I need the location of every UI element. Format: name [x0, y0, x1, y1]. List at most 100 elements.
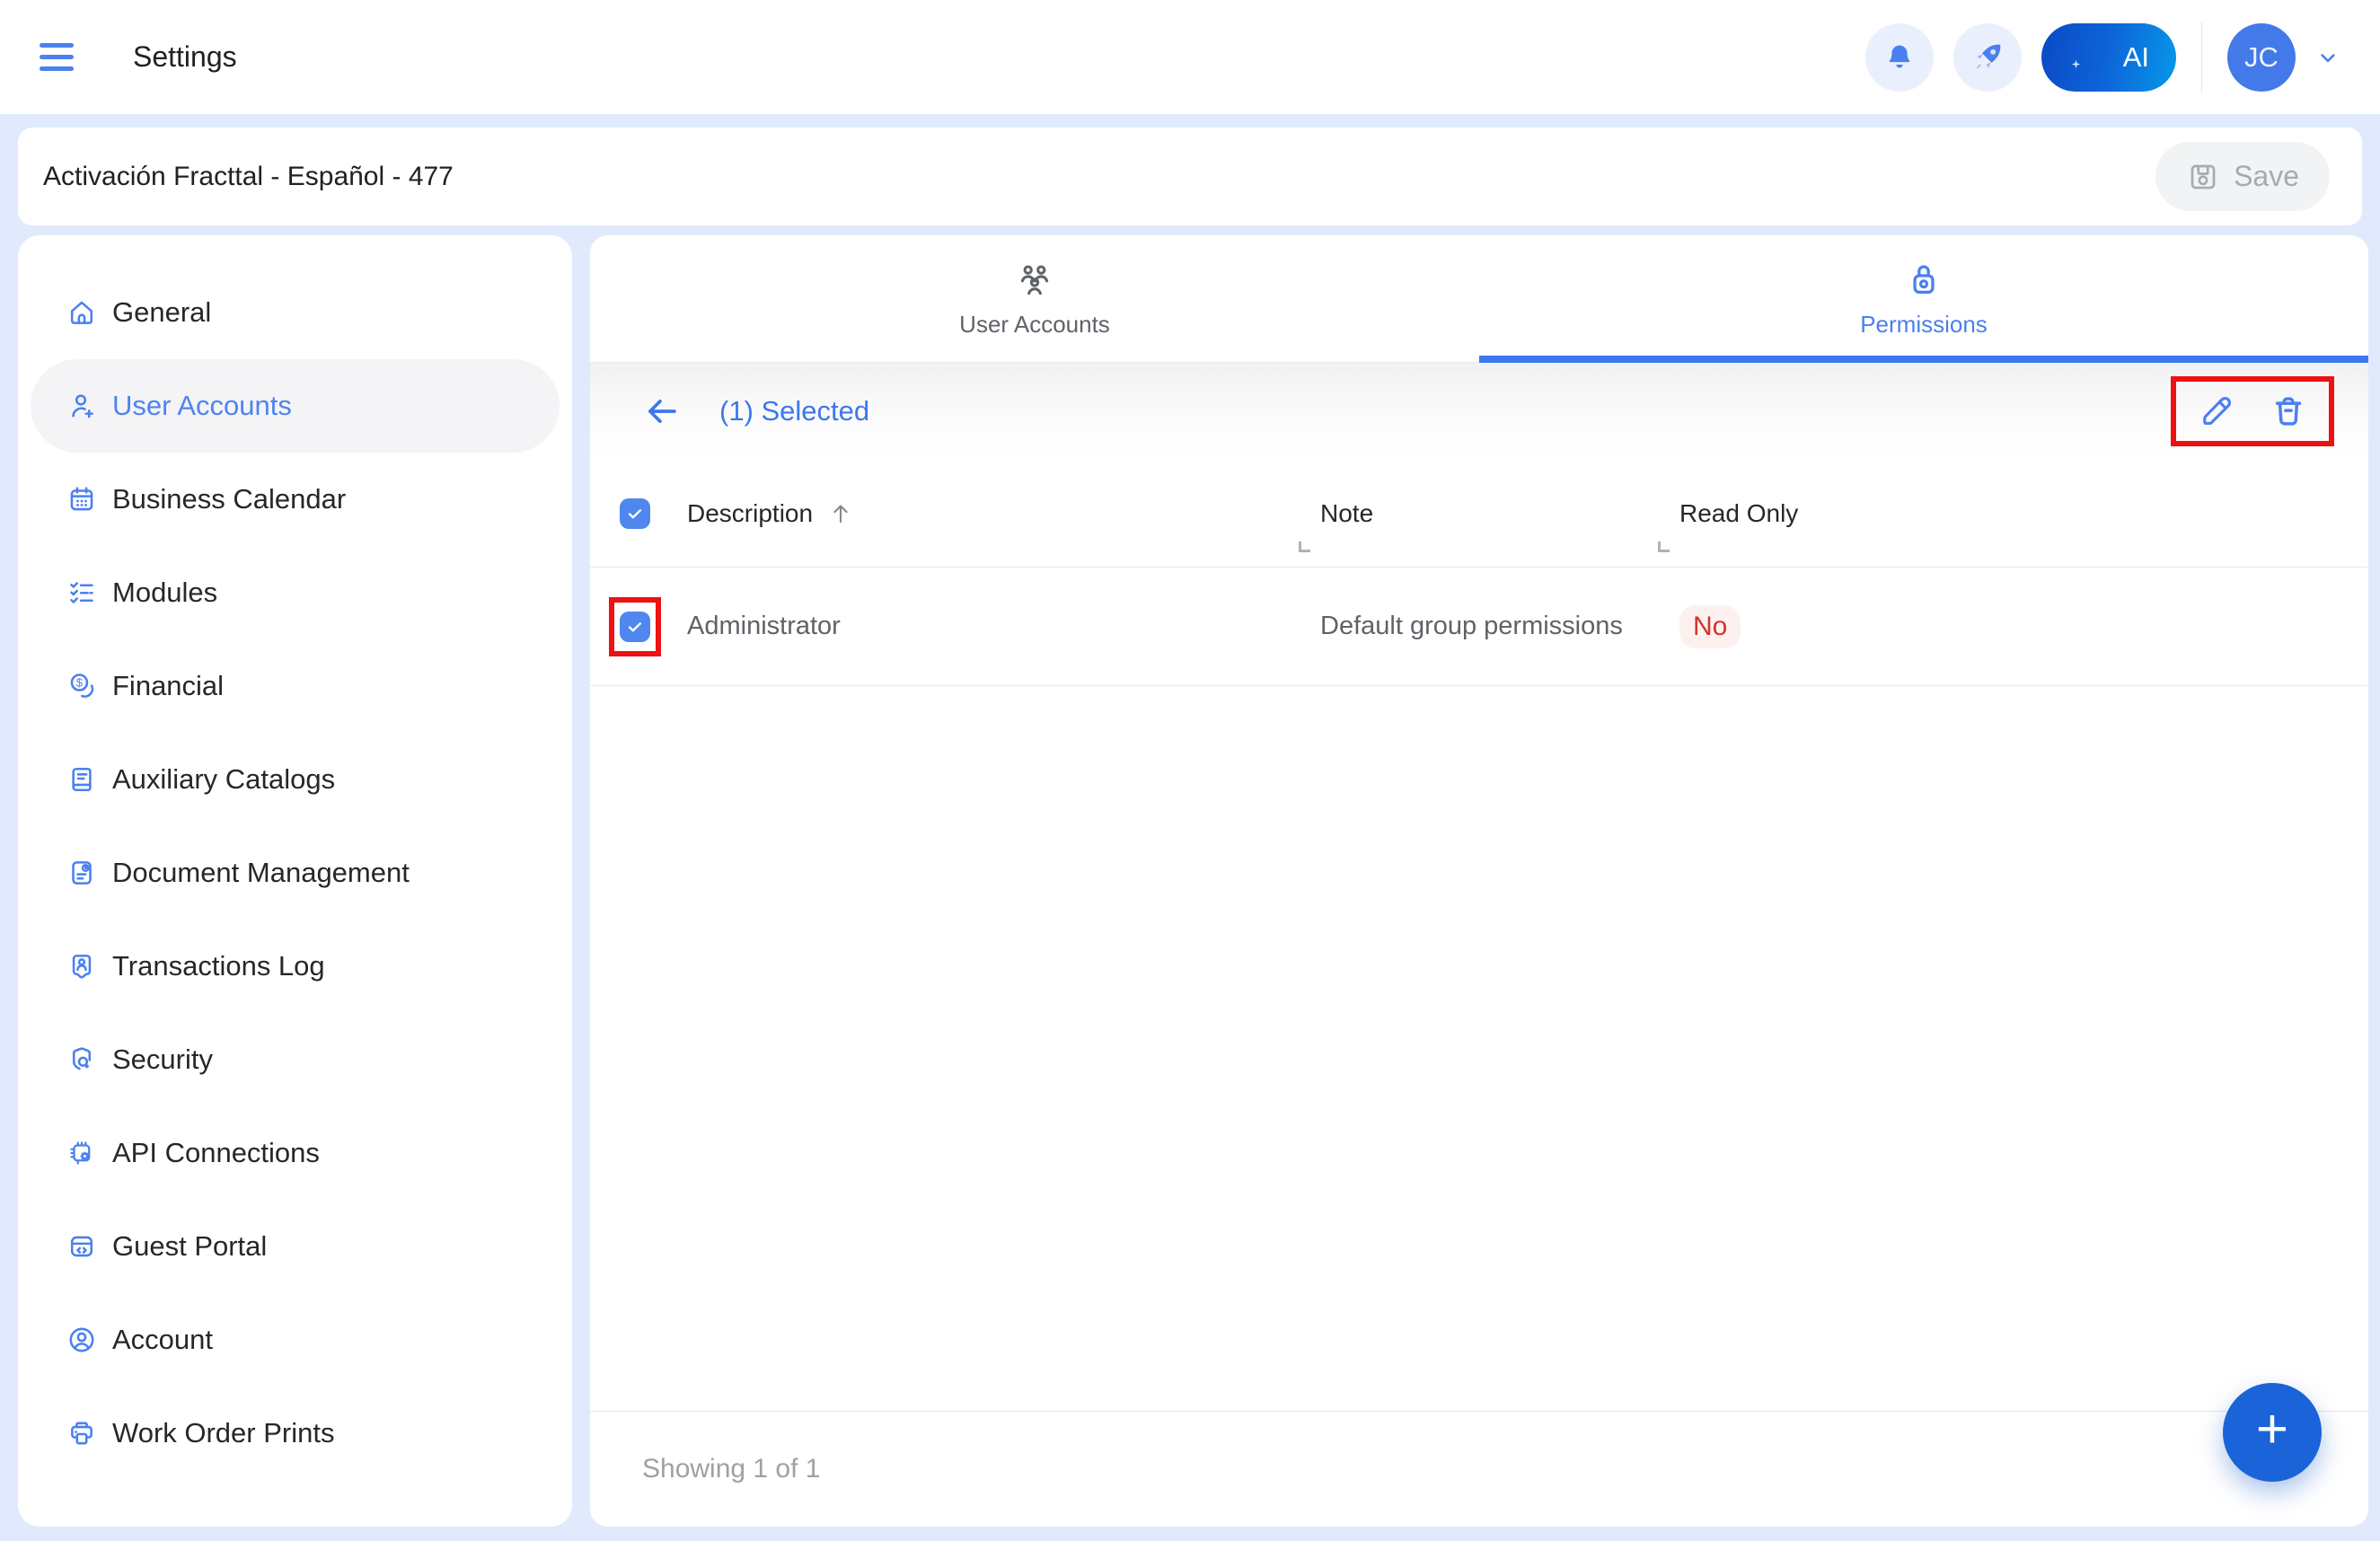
users-group-icon — [1014, 259, 1055, 300]
sidebar-item-label: Transactions Log — [112, 950, 325, 982]
topbar: Settings AI — [0, 0, 2380, 114]
sidebar-item-api-connections[interactable]: API Connections — [31, 1106, 560, 1200]
sidebar-item-user-accounts[interactable]: User Accounts — [31, 359, 560, 453]
pencil-icon — [2198, 392, 2235, 430]
sidebar-item-label: Account — [112, 1324, 213, 1356]
main-panel: User Accounts Permissions (1) Select — [590, 235, 2368, 1527]
book-icon — [66, 764, 97, 795]
cell-note: Default group permissions — [1320, 612, 1679, 641]
column-label: Note — [1320, 499, 1373, 528]
chip-gear-icon — [66, 1138, 97, 1168]
svg-text:$: $ — [76, 676, 83, 690]
column-header-read-only[interactable]: Read Only — [1679, 460, 2339, 567]
sidebar-item-work-order-prints[interactable]: Work Order Prints — [31, 1387, 560, 1480]
hamburger-menu-icon[interactable] — [40, 30, 95, 85]
browser-code-icon — [66, 1231, 97, 1262]
selection-toolbar: (1) Selected — [590, 363, 2368, 460]
tab-user-accounts[interactable]: User Accounts — [590, 235, 1479, 362]
sidebar-item-document-management[interactable]: Document Management — [31, 826, 560, 920]
account-menu-button[interactable] — [2315, 45, 2340, 70]
sidebar-item-label: Modules — [112, 577, 217, 609]
sidebar-item-business-calendar[interactable]: Business Calendar — [31, 453, 560, 546]
sidebar-item-label: Business Calendar — [112, 483, 346, 515]
tab-permissions[interactable]: Permissions — [1479, 235, 2368, 362]
back-button[interactable] — [642, 392, 682, 431]
printer-icon — [66, 1418, 97, 1449]
floppy-disk-icon — [2186, 160, 2220, 194]
column-label: Description — [687, 499, 813, 528]
column-header-description[interactable]: Description — [687, 460, 1320, 567]
selection-count-label[interactable]: (1) Selected — [719, 395, 869, 427]
tab-label: User Accounts — [959, 311, 1110, 339]
read-only-badge: No — [1679, 605, 1741, 648]
sidebar-item-modules[interactable]: Modules — [31, 546, 560, 639]
topbar-actions: AI JC — [1865, 22, 2340, 92]
receipt-user-icon — [66, 951, 97, 982]
trash-icon — [2270, 392, 2307, 430]
sidebar-item-label: Auxiliary Catalogs — [112, 763, 335, 796]
select-all-checkbox[interactable] — [620, 498, 650, 529]
shield-search-icon — [66, 1044, 97, 1075]
active-tab-indicator — [1479, 356, 2368, 363]
rocket-icon — [1970, 40, 2005, 75]
annotation-box-actions — [2171, 376, 2334, 446]
topbar-divider — [2201, 22, 2202, 92]
sidebar-item-label: Work Order Prints — [112, 1417, 334, 1449]
document-clock-icon — [66, 858, 97, 888]
sidebar-item-label: General — [112, 296, 211, 329]
sidebar-item-transactions-log[interactable]: Transactions Log — [31, 920, 560, 1013]
column-resize-handle[interactable] — [1299, 542, 1310, 552]
arrow-up-icon — [827, 500, 854, 527]
sidebar-item-general[interactable]: General — [31, 266, 560, 359]
sidebar-item-guest-portal[interactable]: Guest Portal — [31, 1200, 560, 1293]
body: General User Accounts Business Calendar … — [0, 233, 2380, 1541]
edit-button[interactable] — [2198, 392, 2235, 430]
save-button[interactable]: Save — [2155, 142, 2330, 211]
cell-description: Administrator — [687, 612, 1320, 641]
tab-label: Permissions — [1860, 311, 1988, 339]
table-row[interactable]: Administrator Default group permissions … — [590, 568, 2368, 686]
save-button-label: Save — [2234, 160, 2299, 193]
user-avatar[interactable]: JC — [2227, 23, 2296, 92]
row-checkbox[interactable] — [620, 612, 650, 642]
whats-new-button[interactable] — [1953, 23, 2022, 92]
sidebar-item-label: Financial — [112, 670, 224, 702]
subheader-card: Activación Fracttal - Español - 477 Save — [18, 128, 2362, 225]
notifications-button[interactable] — [1865, 23, 1934, 92]
table-footer: Showing 1 of 1 — [590, 1411, 2368, 1527]
chevron-down-icon — [2315, 45, 2340, 70]
sidebar-item-label: API Connections — [112, 1137, 320, 1169]
column-header-note[interactable]: Note — [1320, 460, 1679, 567]
subheader: Activación Fracttal - Español - 477 Save — [0, 114, 2380, 233]
column-label: Read Only — [1679, 499, 1798, 528]
ai-button-label: AI — [2123, 41, 2149, 74]
sidebar-item-label: Guest Portal — [112, 1230, 267, 1263]
delete-button[interactable] — [2270, 392, 2307, 430]
sidebar-item-security[interactable]: Security — [31, 1013, 560, 1106]
table-empty-space — [590, 686, 2368, 1411]
annotation-box-checkbox — [609, 597, 661, 656]
row-checkbox-cell — [620, 597, 687, 656]
user-add-icon — [66, 391, 97, 421]
settings-sidebar: General User Accounts Business Calendar … — [18, 235, 572, 1527]
database-title: Activación Fracttal - Español - 477 — [43, 162, 454, 192]
sparkle-icon — [2070, 45, 2082, 57]
ai-assistant-button[interactable]: AI — [2041, 23, 2176, 92]
plus-icon: + — [2256, 1402, 2288, 1457]
avatar-initials: JC — [2244, 41, 2279, 74]
page-title: Settings — [133, 40, 237, 74]
tabbar: User Accounts Permissions — [590, 235, 2368, 363]
table-header: Description Note Read Only — [590, 460, 2368, 568]
sidebar-item-label: Security — [112, 1043, 213, 1076]
checklist-icon — [66, 577, 97, 608]
lock-icon — [1903, 259, 1944, 300]
sidebar-item-auxiliary-catalogs[interactable]: Auxiliary Catalogs — [31, 733, 560, 826]
user-circle-icon — [66, 1325, 97, 1355]
add-button[interactable]: + — [2223, 1383, 2322, 1482]
sidebar-item-financial[interactable]: $ Financial — [31, 639, 560, 733]
header-checkbox-cell — [620, 460, 687, 567]
sidebar-item-account[interactable]: Account — [31, 1293, 560, 1387]
showing-count-label: Showing 1 of 1 — [642, 1454, 820, 1484]
column-resize-handle[interactable] — [1658, 542, 1670, 552]
sidebar-item-label: Document Management — [112, 857, 410, 889]
